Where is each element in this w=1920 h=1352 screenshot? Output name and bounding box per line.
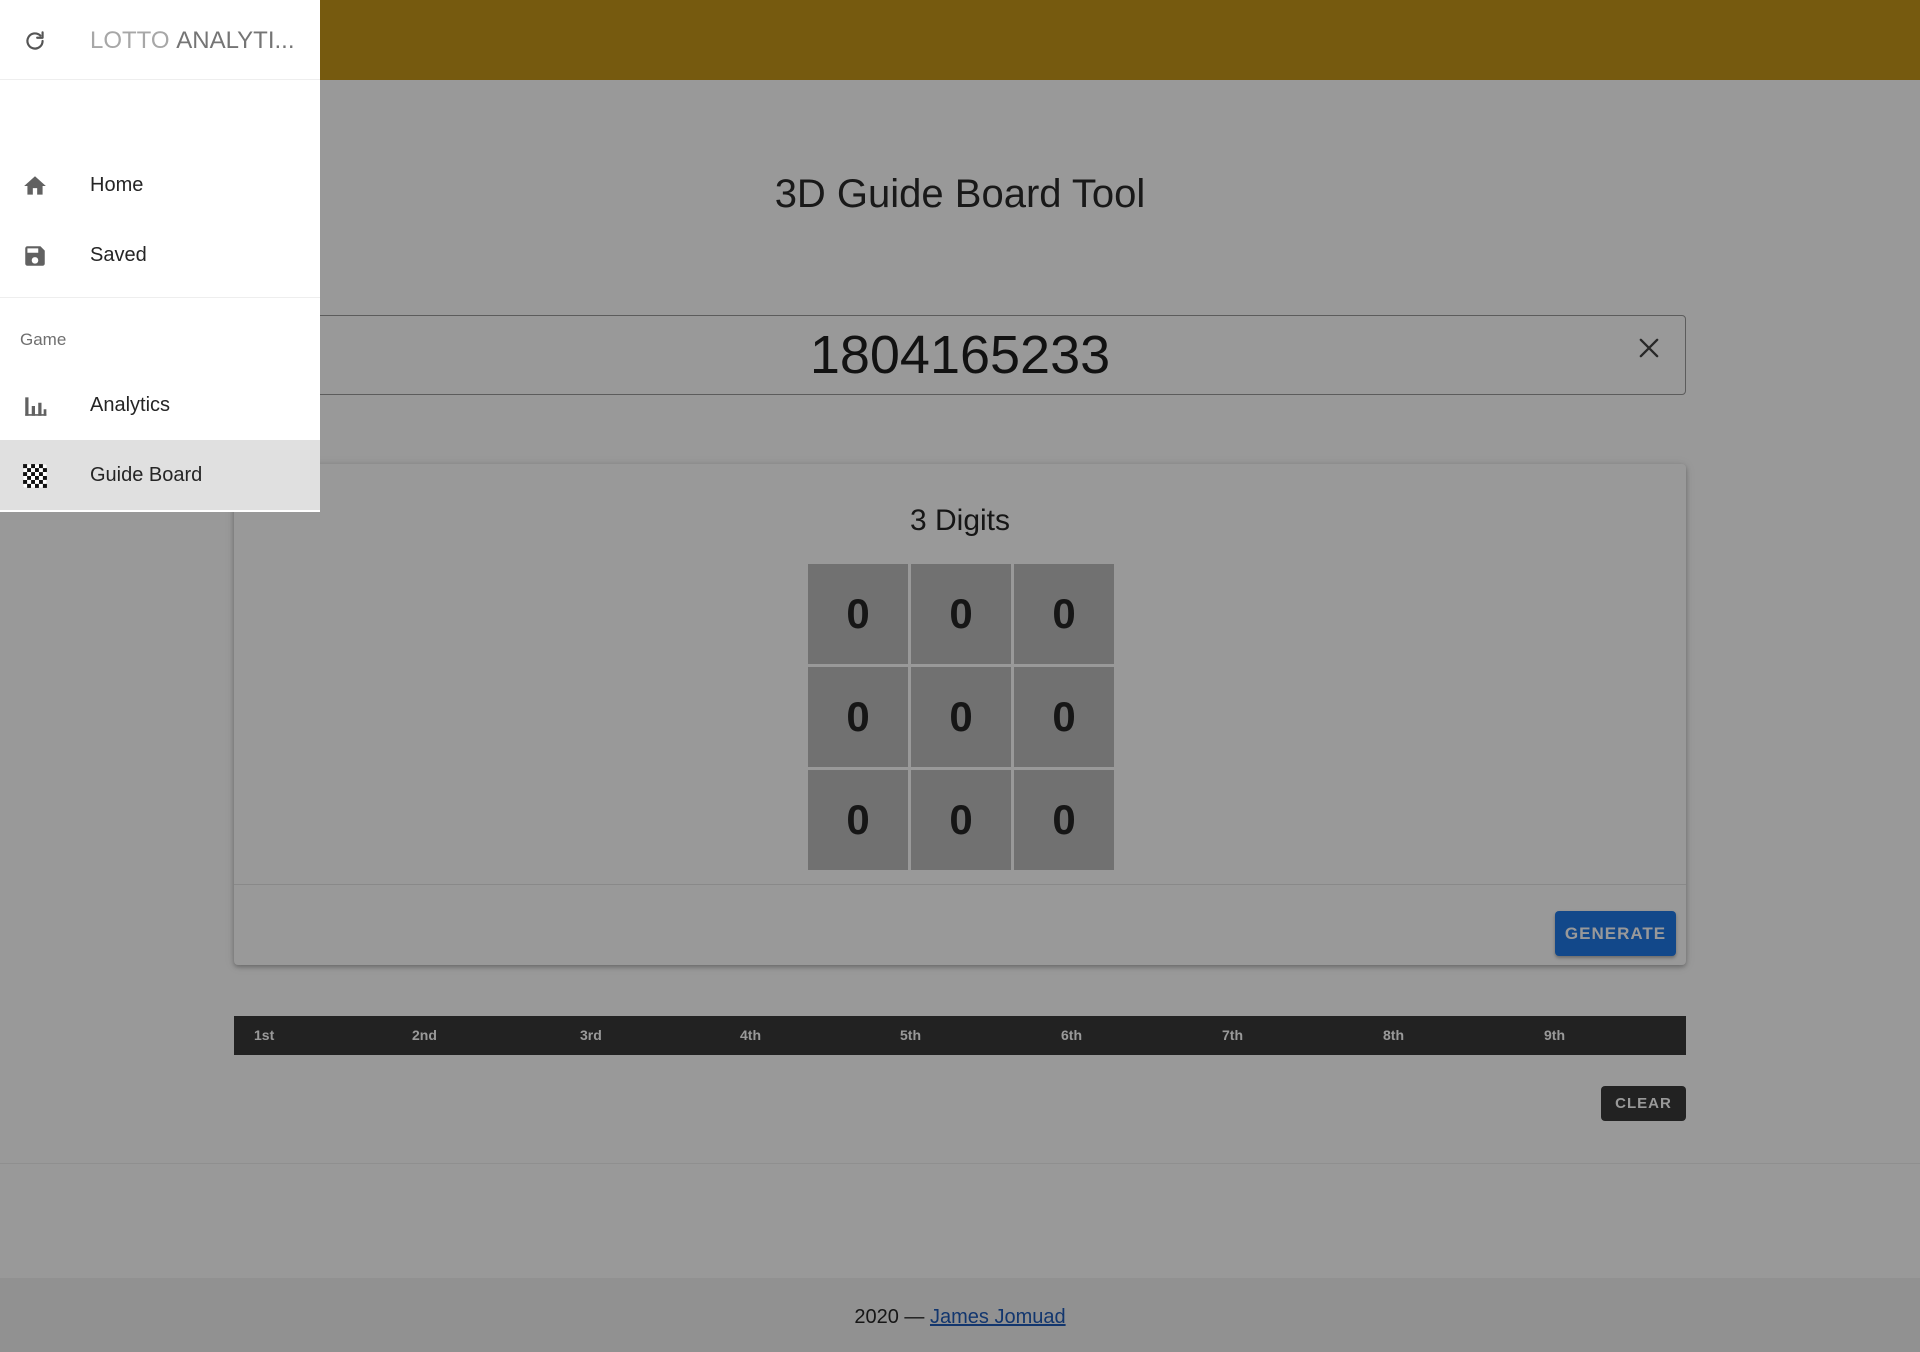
checkerboard-icon (23, 464, 47, 488)
nav-item-label: Analytics (90, 394, 171, 416)
navigation-drawer: LOTTO ANALYTI... Home Saved Game Analyti… (0, 0, 320, 512)
nav-item-label: Guide Board (90, 464, 203, 486)
bar-chart-icon (25, 397, 47, 416)
nav-item-analytics[interactable]: Analytics (0, 370, 320, 440)
brand-bold-text: ANALYTI... (176, 27, 295, 54)
drawer-header: LOTTO ANALYTI... (0, 0, 320, 80)
nav-item-guide-board[interactable]: Guide Board (0, 440, 320, 510)
section-header-game: Game (20, 330, 67, 349)
nav-item-home[interactable]: Home (0, 150, 320, 220)
nav-item-label: Saved (90, 244, 147, 266)
nav-item-label: Home (90, 174, 144, 196)
refresh-icon[interactable] (22, 28, 48, 54)
brand-light-text: LOTTO (90, 27, 177, 54)
save-icon (25, 246, 45, 266)
nav-item-saved[interactable]: Saved (0, 220, 320, 290)
home-icon (24, 176, 46, 195)
app-brand: LOTTO ANALYTI... (90, 27, 295, 55)
drawer-divider (0, 297, 320, 298)
